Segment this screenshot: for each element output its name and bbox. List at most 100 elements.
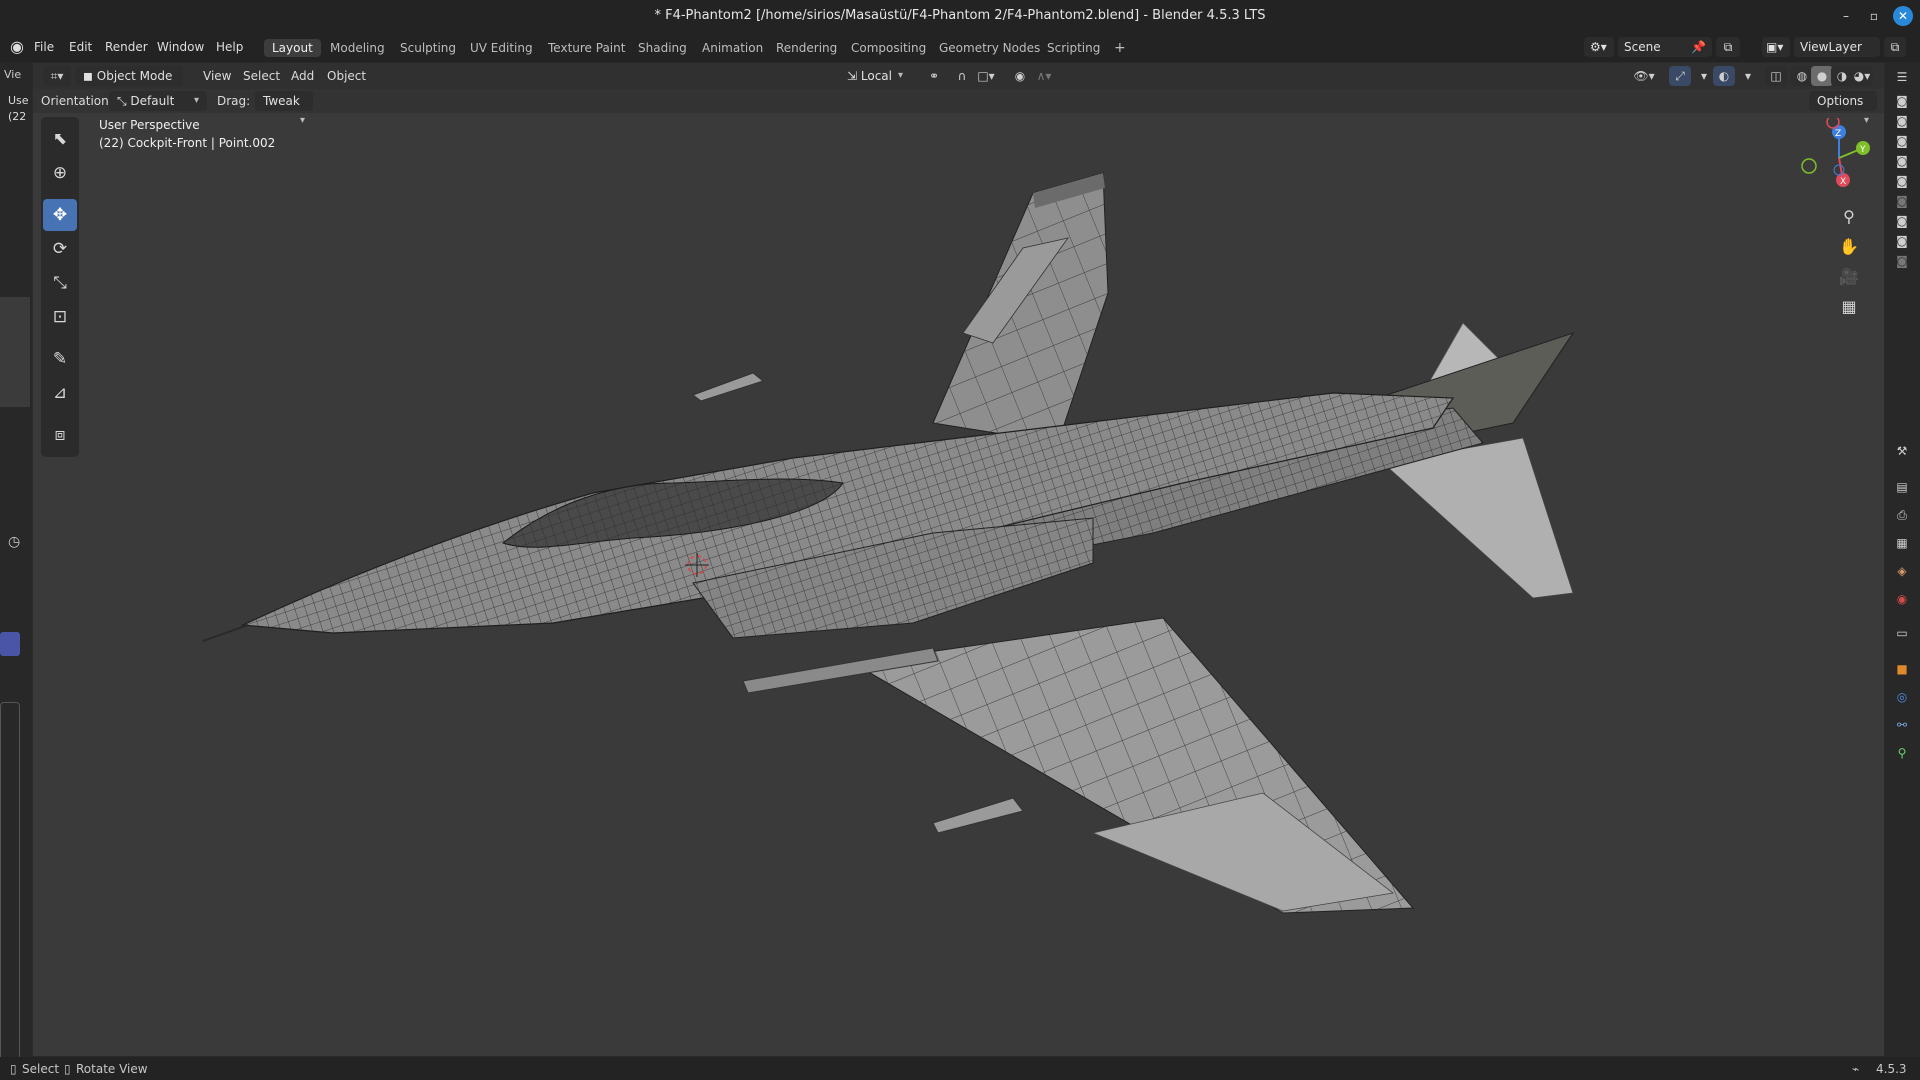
- snap-icon[interactable]: ∩: [951, 66, 973, 86]
- camera-icon[interactable]: ◙: [1892, 152, 1912, 170]
- menu-edit[interactable]: Edit: [69, 40, 92, 54]
- new-view-layer-icon[interactable]: ⧉: [1884, 37, 1906, 57]
- editor-type-icon[interactable]: ⌗▾: [43, 66, 71, 86]
- pin-icon[interactable]: 📌: [1691, 37, 1706, 57]
- tab-layout[interactable]: Layout: [264, 39, 321, 57]
- scene-properties-icon[interactable]: ◈: [1892, 562, 1912, 580]
- world-properties-icon[interactable]: ◉: [1892, 590, 1912, 608]
- rendered-shading-icon[interactable]: ◕▾: [1851, 66, 1873, 86]
- falloff-icon[interactable]: ∧▾: [1033, 66, 1055, 86]
- wireframe-shading-icon[interactable]: ◍: [1791, 66, 1813, 86]
- object-properties-icon[interactable]: ■: [1892, 660, 1912, 678]
- camera-icon[interactable]: ◙: [1892, 232, 1912, 250]
- object-mode-dropdown[interactable]: ◼ Object Mode▾: [75, 66, 183, 101]
- scene-name-label: Scene: [1624, 40, 1661, 54]
- material-shading-icon[interactable]: ◑: [1831, 66, 1853, 86]
- visibility-icon[interactable]: 👁▾: [1633, 66, 1655, 86]
- tab-modeling[interactable]: Modeling: [322, 39, 393, 57]
- tab-shading[interactable]: Shading: [630, 39, 695, 57]
- left-cut-text-2: (22: [8, 110, 27, 123]
- data-properties-icon[interactable]: ⚲: [1892, 744, 1912, 762]
- move-tool[interactable]: ✥: [43, 199, 77, 231]
- overlays-dropdown-icon[interactable]: ▾: [1737, 66, 1759, 86]
- view-menu[interactable]: View: [203, 69, 231, 83]
- view-layer-name-field[interactable]: ViewLayer: [1794, 37, 1880, 57]
- options-dropdown[interactable]: Options ▾: [1809, 91, 1877, 126]
- scale-tool[interactable]: ⤡: [43, 267, 77, 299]
- menu-window[interactable]: Window: [157, 40, 204, 54]
- camera-icon[interactable]: ◙: [1892, 212, 1912, 230]
- camera-icon[interactable]: ◙: [1892, 132, 1912, 150]
- transform-orientation-dropdown[interactable]: ⇲ Local ▾: [839, 66, 911, 86]
- render-properties-icon[interactable]: ▤: [1892, 478, 1912, 496]
- annotate-tool[interactable]: ✎: [43, 343, 77, 375]
- camera-icon[interactable]: ◙: [1892, 172, 1912, 190]
- output-properties-icon[interactable]: ⎙: [1892, 506, 1912, 524]
- tool-properties-icon[interactable]: ⚒: [1892, 442, 1912, 460]
- status-select: Select: [22, 1062, 60, 1076]
- 3d-viewport[interactable]: ⌗▾ ◼ Object Mode▾ View Select Add Object…: [32, 62, 1885, 1057]
- snap-target-icon[interactable]: □▾: [975, 66, 997, 86]
- gizmo-toggle-icon[interactable]: ⤢: [1669, 66, 1691, 86]
- select-menu[interactable]: Select: [243, 69, 280, 83]
- camera-icon[interactable]: ◙: [1892, 112, 1912, 130]
- camera-view-icon[interactable]: 🎥: [1835, 263, 1863, 291]
- gizmo-neg-y[interactable]: [1801, 158, 1817, 174]
- pan-hand-icon[interactable]: ✋: [1835, 233, 1863, 261]
- menu-help[interactable]: Help: [216, 40, 243, 54]
- drag-dropdown[interactable]: Tweak ▾: [255, 91, 313, 126]
- close-button[interactable]: ✕: [1893, 6, 1913, 26]
- new-scene-icon[interactable]: ⧉: [1716, 37, 1740, 57]
- blender-logo-icon[interactable]: ◉: [10, 37, 24, 56]
- tab-compositing[interactable]: Compositing: [843, 39, 934, 57]
- pivot-point-icon[interactable]: ⚭: [923, 66, 945, 86]
- navigation-gizmo[interactable]: Z Y X: [1793, 118, 1873, 198]
- tab-scripting[interactable]: Scripting: [1039, 39, 1108, 57]
- camera-icon[interactable]: ◙: [1892, 192, 1912, 210]
- maximize-button[interactable]: ▫: [1864, 6, 1884, 26]
- tab-animation[interactable]: Animation: [694, 39, 771, 57]
- outliner-toggle-icon[interactable]: ☰: [1892, 68, 1912, 86]
- constraint-properties-icon[interactable]: ⚯: [1892, 716, 1912, 734]
- tool-header: Orientation: ⤡ Default ▾ Drag: Tweak ▾ Opt…: [33, 89, 1884, 126]
- menu-file[interactable]: File: [34, 40, 54, 54]
- tab-texture-paint[interactable]: Texture Paint: [540, 39, 633, 57]
- gizmo-neg-x[interactable]: [1826, 118, 1840, 129]
- cursor-tool[interactable]: ⊕: [43, 157, 77, 189]
- add-cube-tool[interactable]: ⧈: [43, 419, 77, 451]
- gizmo-y-label: Y: [1859, 145, 1866, 155]
- view-layer-properties-icon[interactable]: ▦: [1892, 534, 1912, 552]
- camera-icon[interactable]: ◙: [1892, 252, 1912, 270]
- zoom-icon[interactable]: ⚲: [1835, 203, 1863, 231]
- transform-tool[interactable]: ⊡: [43, 301, 77, 333]
- gizmo-neg-z[interactable]: [1833, 164, 1845, 176]
- view-layer-selector-icon[interactable]: ▣▾: [1762, 37, 1790, 57]
- select-box-tool[interactable]: ⬉: [43, 123, 77, 155]
- collection-properties-icon[interactable]: ▭: [1892, 624, 1912, 642]
- add-workspace-button[interactable]: +: [1106, 39, 1134, 57]
- tab-uv-editing[interactable]: UV Editing: [462, 39, 541, 57]
- scene-name-field[interactable]: Scene 📌: [1618, 37, 1712, 57]
- orientation-dropdown[interactable]: ⤡ Default ▾: [109, 91, 207, 111]
- gizmo-dropdown-icon[interactable]: ▾: [1693, 66, 1715, 86]
- rotate-tool[interactable]: ⟳: [43, 233, 77, 265]
- camera-icon[interactable]: ◙: [1892, 92, 1912, 110]
- overlays-toggle-icon[interactable]: ◐: [1713, 66, 1735, 86]
- tab-rendering[interactable]: Rendering: [768, 39, 845, 57]
- scene-selector-icon[interactable]: ⚙▾: [1584, 37, 1614, 57]
- status-bar: ▯ Select ▯ Rotate View ⌁ 4.5.3: [0, 1057, 1920, 1080]
- left-cut-text-1: Use: [8, 94, 29, 107]
- proportional-editing-icon[interactable]: ◉: [1009, 66, 1031, 86]
- orientation-label: Orientation:: [41, 94, 113, 108]
- xray-toggle-icon[interactable]: ◫: [1765, 66, 1787, 86]
- object-menu[interactable]: Object: [327, 69, 366, 83]
- solid-shading-icon[interactable]: ●: [1811, 66, 1833, 86]
- measure-tool[interactable]: ⊿: [43, 377, 77, 409]
- minimize-button[interactable]: –: [1836, 6, 1856, 26]
- physics-properties-icon[interactable]: ◎: [1892, 688, 1912, 706]
- add-menu[interactable]: Add: [291, 69, 314, 83]
- ortho-grid-icon[interactable]: ▦: [1835, 293, 1863, 321]
- tab-geometry-nodes[interactable]: Geometry Nodes: [931, 39, 1048, 57]
- menu-render[interactable]: Render: [105, 40, 148, 54]
- tab-sculpting[interactable]: Sculpting: [392, 39, 464, 57]
